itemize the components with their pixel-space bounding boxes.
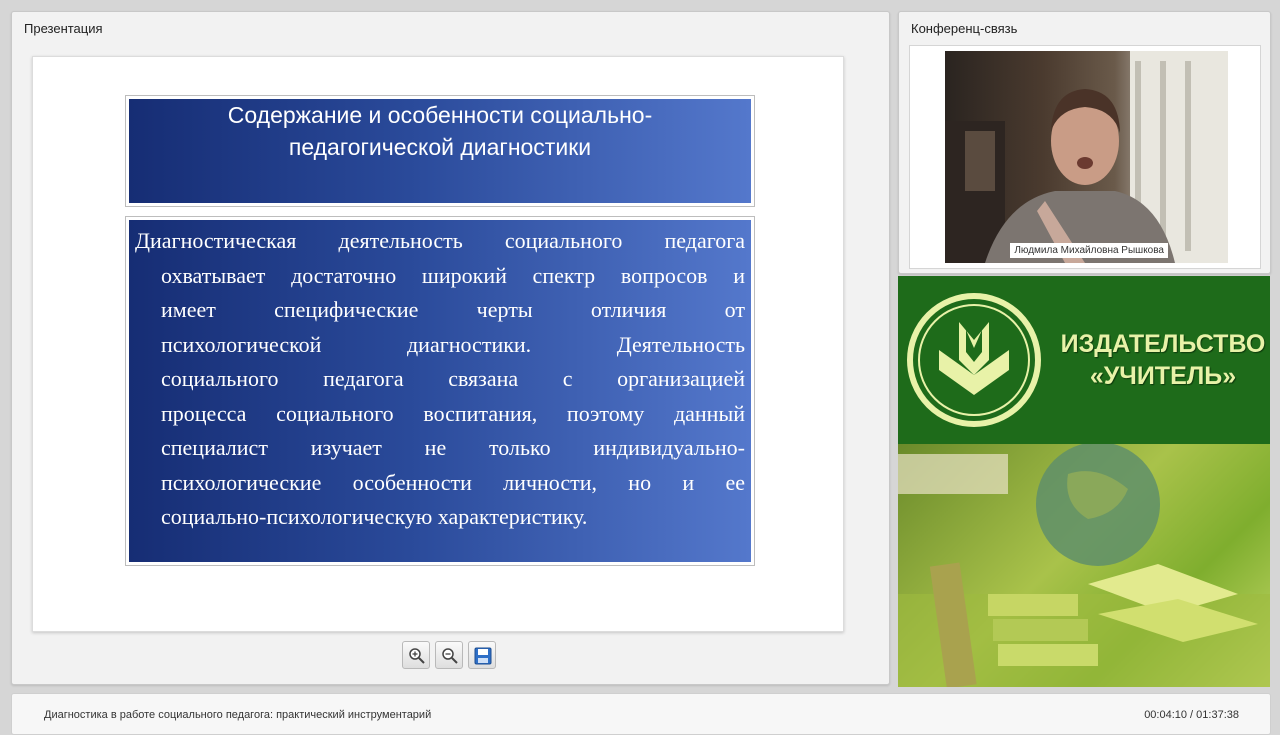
publisher-banner-image [898, 442, 1270, 687]
publisher-name: ИЗДАТЕЛЬСТВО «УЧИТЕЛЬ» [1058, 328, 1268, 392]
publisher-name-line1: ИЗДАТЕЛЬСТВО [1060, 330, 1266, 358]
zoom-in-icon [409, 648, 425, 664]
playback-time: 00:04:10 / 01:37:38 [1144, 709, 1239, 721]
slide-body-line: социально-психологическую характеристику… [161, 504, 588, 529]
slide-body-line: психологические особенности личности, но… [161, 469, 745, 495]
zoom-out-button[interactable] [435, 641, 463, 669]
course-title: Диагностика в работе социального педагог… [44, 709, 432, 721]
zoom-in-button[interactable] [402, 641, 430, 669]
slide-heading-box: Содержание и особенности социально-педаг… [125, 95, 755, 207]
slide-body-line: специалист изучает не только индивидуаль… [161, 435, 745, 460]
publisher-banner[interactable]: ИЗДАТЕЛЬСТВО «УЧИТЕЛЬ» [898, 276, 1270, 687]
presentation-panel: Презентация Содержание и особенности соц… [11, 11, 890, 685]
save-icon [474, 647, 492, 665]
slide-body-text: Диагностическая деятельность социального… [129, 220, 751, 535]
conference-panel-title: Конференц-связь [911, 21, 1018, 36]
publisher-logo-icon [907, 293, 1041, 427]
slide-heading: Содержание и особенности социально-педаг… [227, 102, 653, 160]
footer-bar: Диагностика в работе социального педагог… [11, 693, 1271, 735]
speaker-name-label: Людмила Михайловна Рышкова [1010, 243, 1168, 258]
slide: Содержание и особенности социально-педаг… [32, 56, 844, 632]
video-frame: Людмила Михайловна Рышкова [909, 45, 1261, 269]
presentation-panel-title: Презентация [24, 21, 103, 36]
slide-body-line: Диагностическая деятельность социального… [135, 228, 745, 253]
slide-body-line: социального педагога связана с организац… [161, 366, 745, 391]
conference-panel: Конференц-связь Людмила Михайловна Рышко… [898, 11, 1271, 274]
slide-body-line: имеет специфические черты отличия от [161, 297, 745, 322]
books-globe-image [898, 442, 1270, 687]
slide-body-line: охватывает достаточно широкий спектр воп… [161, 262, 745, 288]
publisher-banner-top: ИЗДАТЕЛЬСТВО «УЧИТЕЛЬ» [898, 276, 1270, 444]
slide-body-box: Диагностическая деятельность социального… [125, 216, 755, 566]
slide-body-line: психологической диагностики. Деятельност… [161, 331, 745, 357]
save-button[interactable] [468, 641, 496, 669]
speaker-figure [945, 51, 1228, 263]
publisher-name-line2: «УЧИТЕЛЬ» [1089, 362, 1237, 390]
zoom-out-icon [442, 648, 458, 664]
slide-body-line: процесса социального воспитания, поэтому… [161, 400, 745, 426]
speaker-video: Людмила Михайловна Рышкова [945, 51, 1228, 263]
